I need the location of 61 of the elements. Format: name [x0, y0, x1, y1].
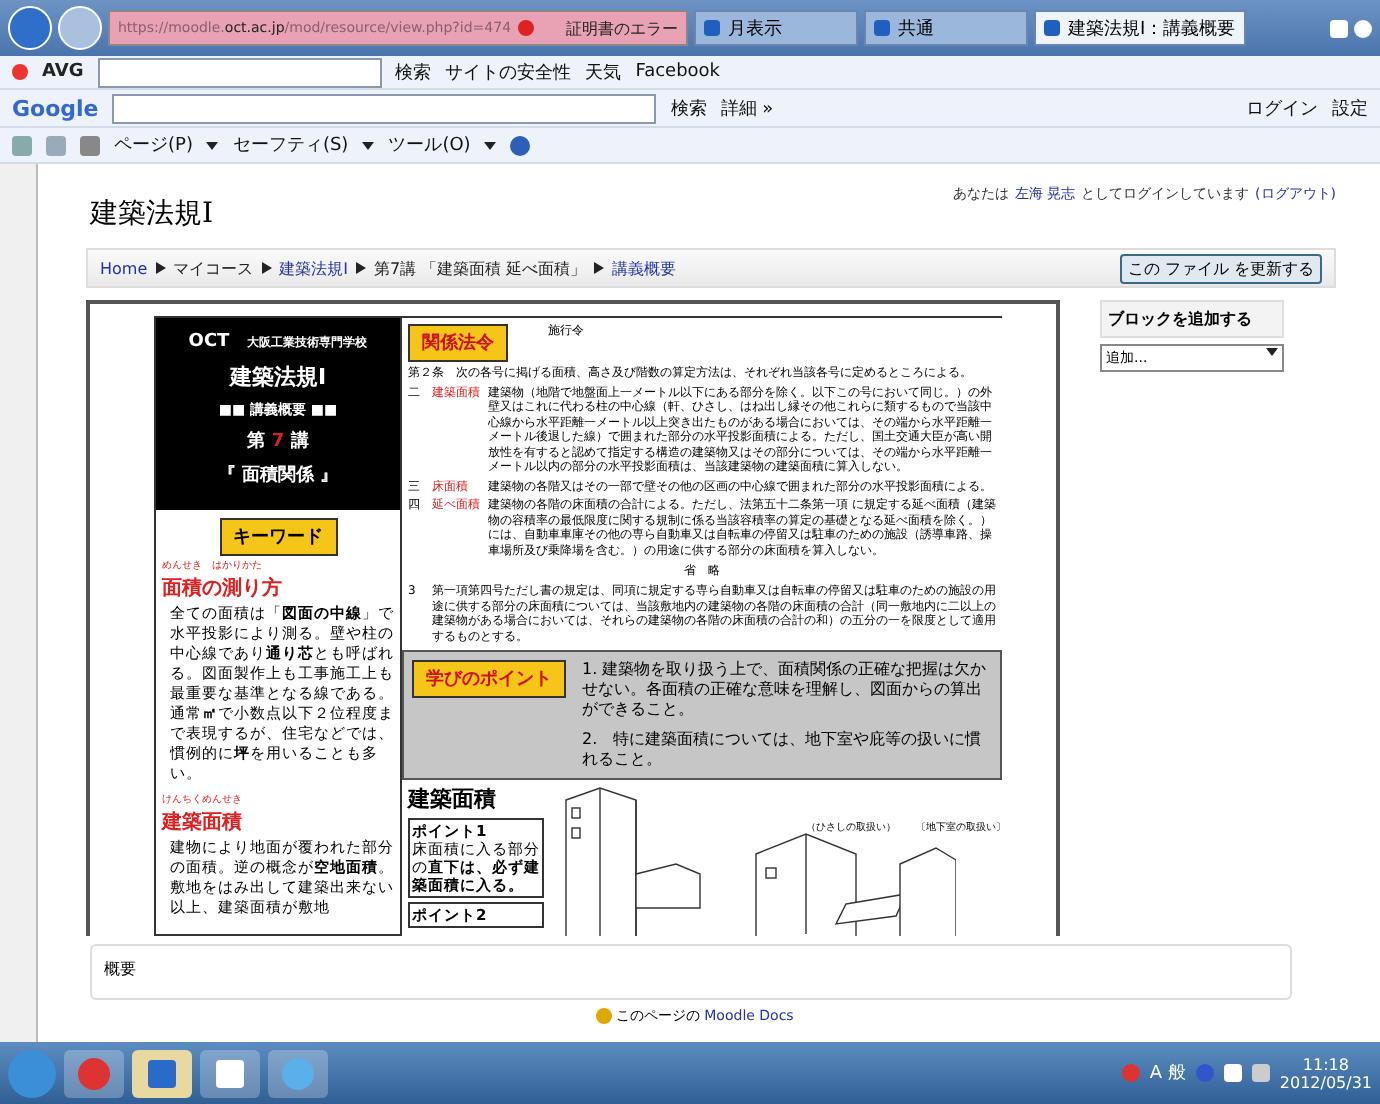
term-heading: 建築面積 [162, 809, 244, 836]
update-file-button[interactable]: この ファイル を更新する [1119, 253, 1322, 283]
breadcrumb-text: 第7講 「建築面積 延べ面積」 [373, 257, 587, 279]
browser-tab[interactable]: 建築法規Ⅰ：講義概要 [1034, 10, 1246, 46]
menu-button[interactable]: ページ(P) [114, 132, 193, 158]
taskbar-button[interactable] [64, 1049, 124, 1097]
page-title: 建築法規Ⅰ [90, 196, 214, 232]
browser-tab[interactable]: 月表示 [694, 10, 858, 46]
separator-icon [355, 262, 366, 274]
separator-icon [261, 262, 272, 274]
term-heading: 面積の測り方 [162, 574, 284, 602]
site-safety-button[interactable]: サイトの安全性 [445, 59, 572, 85]
dropdown-icon [206, 141, 219, 149]
tab-icon [874, 20, 890, 36]
tab-icon [704, 20, 720, 36]
dropdown-icon [484, 141, 497, 149]
avg-logo: AVG [42, 62, 84, 82]
law-label: 関係法令 [408, 324, 508, 362]
course-title: 建築法規Ⅰ [229, 362, 327, 392]
settings-button[interactable]: 設定 [1332, 95, 1368, 121]
tab-icon [1044, 20, 1060, 36]
breadcrumb-link[interactable]: 建築法規Ⅰ [279, 257, 348, 279]
login-button[interactable]: ログイン [1246, 95, 1318, 121]
error-icon [517, 20, 534, 36]
taskbar-button[interactable] [268, 1049, 328, 1097]
dropdown-icon [362, 141, 375, 149]
topic-title: 『 面積関係 』 [217, 463, 339, 488]
breadcrumb-link[interactable]: Home [100, 259, 148, 277]
point-text: 2. 特に建築面積については、地下室や庇等の扱いに慣れること。 [582, 730, 984, 770]
taskbar-button[interactable] [132, 1049, 192, 1097]
lecture-number: 第 7 講 [247, 428, 309, 454]
menu-button[interactable]: セーフティ(S) [232, 132, 349, 158]
browser-tab[interactable]: 共通 [864, 10, 1028, 46]
back-button[interactable] [8, 6, 52, 50]
summary-box: 概要 [90, 944, 1292, 1000]
point-text: 1. 建築物を取り扱う上で、面積関係の正確な把握は欠かせない。各面積の正確な意味を理解し、図面からの算出ができること。 [582, 660, 989, 720]
menu-button[interactable]: ツール(O) [388, 132, 471, 158]
breadcrumb-link[interactable]: 講義概要 [612, 257, 677, 279]
search-field[interactable] [97, 57, 382, 87]
breadcrumb-text: マイコース [173, 257, 254, 279]
taskbar-button[interactable] [200, 1049, 260, 1097]
google-logo: Google [12, 95, 99, 121]
certificate-error-text: 証明書のエラー [566, 17, 678, 39]
search-button[interactable]: 検索 [395, 59, 432, 85]
separator-icon [594, 262, 605, 274]
weather-button[interactable]: 天気 [585, 59, 622, 85]
info-icon [596, 1008, 613, 1024]
points-label: 学びのポイント [412, 660, 566, 698]
google-search-field[interactable] [112, 93, 657, 123]
google-search-button[interactable]: 検索 [670, 95, 707, 121]
block-title: ブロックを追加する [1100, 300, 1284, 338]
separator-icon [155, 262, 166, 274]
start-button[interactable] [8, 1049, 56, 1097]
clock[interactable]: 11:18 2012/05/31 [1279, 1055, 1372, 1091]
facebook-button[interactable]: Facebook [635, 62, 721, 82]
section-title: 建築面積 [408, 784, 498, 814]
more-button[interactable]: 詳細 » [720, 95, 774, 121]
dropdown-icon [1266, 348, 1278, 356]
ime-indicator[interactable]: A 般 [1149, 1060, 1186, 1086]
keyword-label: キーワード [219, 518, 337, 556]
forward-button[interactable] [58, 6, 102, 50]
